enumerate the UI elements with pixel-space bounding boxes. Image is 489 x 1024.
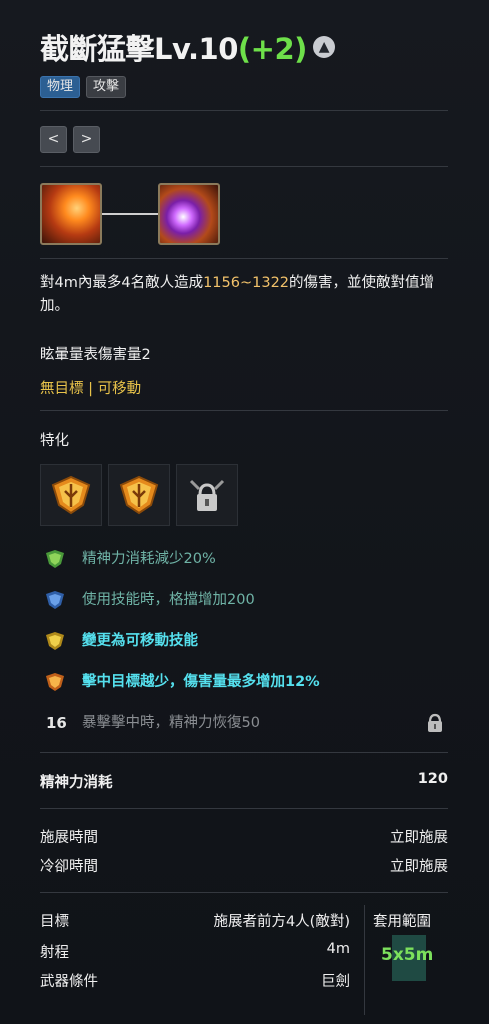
divider [40, 110, 448, 111]
skill-tooltip: 截斷猛擊Lv.10(+2) ▲ 物理 攻擊 < > 對4m內最多4名敵人造成115… [40, 0, 448, 1024]
mobility-text: 無目標 | 可移動 [40, 381, 142, 397]
next-button[interactable]: > [73, 126, 100, 153]
effect-row-locked: 16 暴擊擊中時，精神力恢復50 [40, 710, 448, 736]
cast-time-value: 立即施展 [390, 830, 448, 846]
skill-icon-burst[interactable] [158, 183, 220, 245]
green-shield-icon [46, 550, 64, 568]
unlock-level: 16 [46, 714, 67, 732]
chain-connector [102, 213, 158, 215]
level-bonus: (+2) [237, 32, 308, 66]
divider [40, 166, 448, 167]
mana-cost-value: 120 [417, 771, 448, 787]
tripod-slot-locked[interactable] [176, 464, 238, 526]
tripod-nav: < > [40, 126, 100, 153]
specialization-title: 特化 [40, 433, 69, 449]
skill-chain [40, 183, 225, 245]
cast-time-label: 施展時間 [40, 830, 98, 846]
tag-physical: 物理 [40, 76, 81, 98]
skill-tags: 物理 攻擊 [40, 76, 127, 98]
area-value: 5x5m [381, 945, 434, 965]
effect-row: 精神力消耗減少20% [40, 546, 448, 572]
level-up-icon[interactable]: ▲ [312, 36, 335, 58]
orange-shield-icon [46, 673, 64, 691]
skill-name: 截斷猛擊Lv.10 [40, 32, 238, 66]
chain-lock-icon [189, 479, 225, 511]
weapon-value: 巨劍 [321, 974, 350, 990]
effect-row: 變更為可移動技能 [40, 628, 448, 654]
blue-shield-icon [46, 591, 64, 609]
effect-text: 使用技能時，格擋增加200 [82, 592, 255, 608]
divider [40, 808, 448, 809]
target-value: 施展者前方4人(敵對) [213, 914, 350, 930]
lock-icon [428, 713, 442, 732]
effect-row: 擊中目標越少，傷害量最多增加12% [40, 669, 448, 695]
effect-text: 變更為可移動技能 [82, 633, 198, 649]
yellow-shield-icon [46, 632, 64, 650]
cooldown-label: 冷卻時間 [40, 859, 98, 875]
skill-title: 截斷猛擊Lv.10(+2) ▲ [40, 26, 335, 68]
divider [40, 410, 448, 411]
divider [40, 258, 448, 259]
shield-gem-icon [51, 475, 91, 515]
effect-text: 擊中目標越少，傷害量最多增加12% [82, 674, 320, 690]
divider [40, 892, 448, 893]
range-value: 4m [326, 941, 350, 957]
shield-gem-icon [119, 475, 159, 515]
skill-description: 對4m內最多4名敵人造成1156~1322的傷害，並使敵對值增加。 [40, 272, 448, 318]
skill-icon-slash[interactable] [40, 183, 102, 245]
range-label: 射程 [40, 945, 69, 961]
description-prefix: 對4m內最多4名敵人造成 [40, 275, 204, 291]
column-divider [364, 905, 365, 1015]
specialization-slots [40, 464, 238, 526]
stun-damage-text: 眩暈量表傷害量2 [40, 347, 151, 363]
cooldown-value: 立即施展 [390, 859, 448, 875]
weapon-label: 武器條件 [40, 974, 98, 990]
divider [40, 752, 448, 753]
area-label: 套用範圍 [373, 914, 431, 930]
effect-text: 精神力消耗減少20% [82, 551, 216, 567]
tag-attack: 攻擊 [86, 76, 127, 98]
tripod-slot-1[interactable] [40, 464, 102, 526]
damage-range: 1156~1322 [203, 275, 290, 291]
mana-cost-label: 精神力消耗 [40, 775, 113, 791]
prev-button[interactable]: < [40, 126, 67, 153]
tripod-slot-2[interactable] [108, 464, 170, 526]
effect-row: 使用技能時，格擋增加200 [40, 587, 448, 613]
effect-text: 暴擊擊中時，精神力恢復50 [82, 715, 260, 731]
target-label: 目標 [40, 914, 69, 930]
